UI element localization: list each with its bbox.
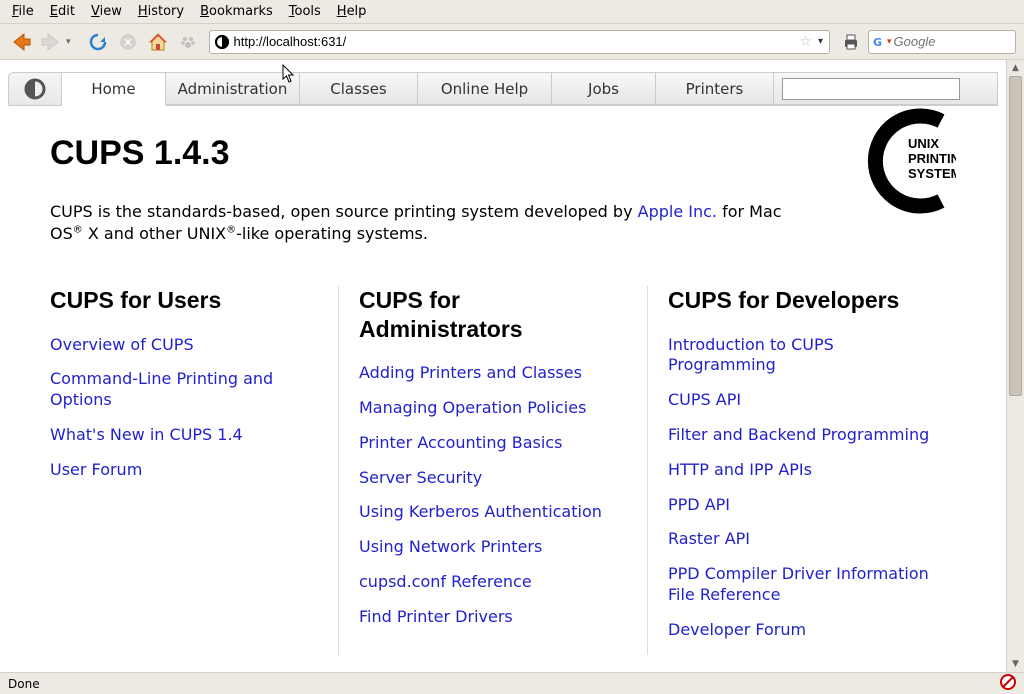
tab-printers[interactable]: Printers xyxy=(656,72,774,105)
cups-search-input[interactable] xyxy=(782,78,960,100)
intro-text: CUPS is the standards-based, open source… xyxy=(50,201,790,246)
doc-link[interactable]: Find Printer Drivers xyxy=(359,607,627,628)
menu-file[interactable]: File xyxy=(4,2,42,21)
doc-link[interactable]: Developer Forum xyxy=(668,620,936,641)
col-devs-heading: CUPS for Developers xyxy=(668,286,936,315)
menu-edit[interactable]: Edit xyxy=(42,2,83,21)
noscript-icon[interactable] xyxy=(1000,674,1016,693)
scroll-down-button[interactable]: ▼ xyxy=(1007,656,1024,672)
tab-online-help[interactable]: Online Help xyxy=(418,72,552,105)
cups-unix-logo: UNIX PRINTING SYSTEM xyxy=(856,106,956,216)
menu-view[interactable]: View xyxy=(83,2,130,21)
menu-tools[interactable]: Tools xyxy=(281,2,329,21)
doc-link[interactable]: User Forum xyxy=(50,460,318,481)
doc-link[interactable]: CUPS API xyxy=(668,390,936,411)
doc-link[interactable]: Filter and Backend Programming xyxy=(668,425,936,446)
home-button[interactable] xyxy=(145,29,171,55)
paw-button[interactable] xyxy=(175,29,201,55)
page-title: CUPS 1.4.3 xyxy=(50,134,956,173)
doc-link[interactable]: cupsd.conf Reference xyxy=(359,572,627,593)
status-text: Done xyxy=(8,677,40,691)
toolbar: ▾ ☆ ▾ G ▾ xyxy=(0,24,1024,60)
reload-button[interactable] xyxy=(85,29,111,55)
col-users-heading: CUPS for Users xyxy=(50,286,318,315)
svg-text:SYSTEM: SYSTEM xyxy=(908,166,956,181)
cups-search-cell xyxy=(774,72,998,105)
url-history-dropdown[interactable]: ▾ xyxy=(816,36,825,47)
back-button[interactable] xyxy=(8,29,34,55)
doc-link[interactable]: Printer Accounting Basics xyxy=(359,433,627,454)
doc-link[interactable]: HTTP and IPP APIs xyxy=(668,460,936,481)
doc-link[interactable]: Overview of CUPS xyxy=(50,335,318,356)
col-admins-links: Adding Printers and Classes Managing Oper… xyxy=(359,363,627,627)
doc-link[interactable]: What's New in CUPS 1.4 xyxy=(50,425,318,446)
menubar: File Edit View History Bookmarks Tools H… xyxy=(0,0,1024,24)
link-columns: CUPS for Users Overview of CUPS Command-L… xyxy=(50,286,956,655)
url-input[interactable] xyxy=(234,34,796,49)
col-users: CUPS for Users Overview of CUPS Command-L… xyxy=(50,286,338,655)
menu-bookmarks[interactable]: Bookmarks xyxy=(192,2,281,21)
scrollbar[interactable]: ▲ ▼ xyxy=(1006,60,1024,672)
svg-text:PRINTING: PRINTING xyxy=(908,151,956,166)
favicon-icon xyxy=(214,34,230,50)
doc-link[interactable]: Adding Printers and Classes xyxy=(359,363,627,384)
cups-tabbar: Home Administration Classes Online Help … xyxy=(8,72,998,106)
search-engine-icon[interactable]: G ▾ xyxy=(873,35,892,49)
scrollbar-thumb[interactable] xyxy=(1009,76,1022,396)
forward-button[interactable] xyxy=(38,29,64,55)
search-bar[interactable]: G ▾ xyxy=(868,30,1016,54)
col-users-links: Overview of CUPS Command-Line Printing an… xyxy=(50,335,318,481)
doc-link[interactable]: Introduction to CUPS Programming xyxy=(668,335,936,377)
svg-text:UNIX: UNIX xyxy=(908,136,939,151)
col-devs: CUPS for Developers Introduction to CUPS… xyxy=(647,286,956,655)
url-bar[interactable]: ☆ ▾ xyxy=(209,30,830,54)
doc-link[interactable]: Server Security xyxy=(359,468,627,489)
doc-link[interactable]: Raster API xyxy=(668,529,936,550)
menu-help[interactable]: Help xyxy=(329,2,375,21)
print-button[interactable] xyxy=(838,29,864,55)
doc-link[interactable]: Using Network Printers xyxy=(359,537,627,558)
tab-jobs[interactable]: Jobs xyxy=(552,72,656,105)
apple-link[interactable]: Apple Inc. xyxy=(638,202,717,221)
doc-link[interactable]: Managing Operation Policies xyxy=(359,398,627,419)
tab-administration[interactable]: Administration xyxy=(166,72,300,105)
doc-link[interactable]: PPD API xyxy=(668,495,936,516)
doc-link[interactable]: PPD Compiler Driver Information File Ref… xyxy=(668,564,936,606)
tab-home[interactable]: Home xyxy=(62,72,166,106)
nav-history-dropdown[interactable]: ▾ xyxy=(66,37,71,47)
col-devs-links: Introduction to CUPS Programming CUPS API… xyxy=(668,335,936,641)
svg-text:G: G xyxy=(873,36,882,49)
bookmark-star-icon[interactable]: ☆ xyxy=(799,34,812,50)
cups-body: CUPS 1.4.3 UNIX PRINTING SYSTEM CUPS is … xyxy=(0,106,1006,655)
scroll-up-button[interactable]: ▲ xyxy=(1007,60,1024,76)
viewport: Home Administration Classes Online Help … xyxy=(0,60,1024,672)
col-admins: CUPS for Administrators Adding Printers … xyxy=(338,286,647,655)
stop-button[interactable] xyxy=(115,29,141,55)
search-input[interactable] xyxy=(894,34,1024,49)
tab-classes[interactable]: Classes xyxy=(300,72,418,105)
cups-logo-small[interactable] xyxy=(8,72,62,105)
statusbar: Done xyxy=(0,672,1024,694)
page-content: Home Administration Classes Online Help … xyxy=(0,60,1006,672)
col-admins-heading: CUPS for Administrators xyxy=(359,286,627,344)
menu-history[interactable]: History xyxy=(130,2,192,21)
doc-link[interactable]: Using Kerberos Authentication xyxy=(359,502,627,523)
doc-link[interactable]: Command-Line Printing and Options xyxy=(50,369,318,411)
